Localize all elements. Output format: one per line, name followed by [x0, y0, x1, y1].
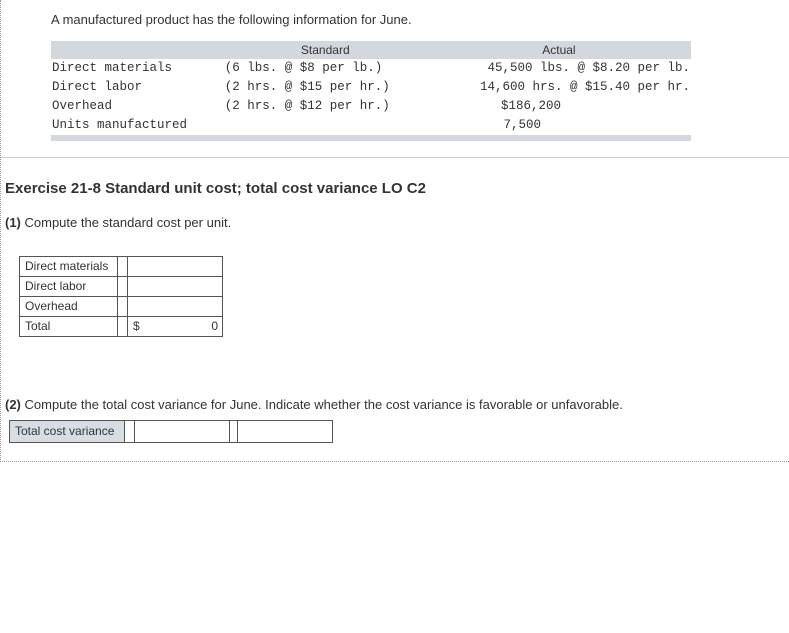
calc-input[interactable] [128, 296, 223, 316]
row-label: Direct materials [51, 59, 224, 78]
calc-label: Direct materials [20, 256, 118, 276]
calc-input[interactable] [128, 256, 223, 276]
calc-label: Direct labor [20, 276, 118, 296]
calc-notch [118, 296, 128, 316]
intro-text: A manufactured product has the following… [51, 12, 789, 27]
variance-input[interactable] [135, 420, 230, 442]
variance-select[interactable] [238, 420, 333, 442]
row-label: Units manufactured [51, 116, 224, 135]
variance-table: Total cost variance [9, 420, 333, 443]
question-1: (1) Compute the standard cost per unit. [5, 215, 789, 230]
row-actual: 45,500 lbs. @ $8.20 per lb. [427, 59, 691, 78]
exercise-title: Exercise 21-8 Standard unit cost; total … [5, 180, 789, 197]
calc-total: $ 0 [128, 316, 223, 336]
row-standard: (2 hrs. @ $15 per hr.) [224, 78, 427, 97]
calc-notch [118, 256, 128, 276]
question-2: (2) Compute the total cost variance for … [5, 397, 789, 412]
standard-cost-table: Direct materials Direct labor Overhead T… [19, 256, 223, 337]
dollar-sign: $ [133, 319, 140, 333]
variance-label: Total cost variance [10, 420, 125, 442]
q1-text: Compute the standard cost per unit. [21, 215, 231, 230]
calc-label-total: Total [20, 316, 118, 336]
header-blank [51, 41, 224, 59]
calc-notch [118, 276, 128, 296]
row-label: Direct labor [51, 78, 224, 97]
calc-notch [118, 316, 128, 336]
info-table: Standard Actual Direct materials (6 lbs.… [51, 41, 691, 141]
variance-notch [125, 420, 135, 442]
row-actual: 7,500 [427, 116, 691, 135]
calc-label: Overhead [20, 296, 118, 316]
q2-number: (2) [5, 397, 21, 412]
table-strip [51, 135, 691, 141]
row-standard: (6 lbs. @ $8 per lb.) [224, 59, 427, 78]
q2-text: Compute the total cost variance for June… [21, 397, 623, 412]
row-actual: 14,600 hrs. @ $15.40 per hr. [427, 78, 691, 97]
row-actual: $186,200 [427, 97, 691, 116]
variance-notch [230, 420, 238, 442]
total-value: 0 [211, 319, 218, 333]
row-standard: (2 hrs. @ $12 per hr.) [224, 97, 427, 116]
calc-input[interactable] [128, 276, 223, 296]
header-actual: Actual [427, 41, 691, 59]
row-label: Overhead [51, 97, 224, 116]
q1-number: (1) [5, 215, 21, 230]
header-standard: Standard [224, 41, 427, 59]
row-standard [224, 116, 427, 135]
